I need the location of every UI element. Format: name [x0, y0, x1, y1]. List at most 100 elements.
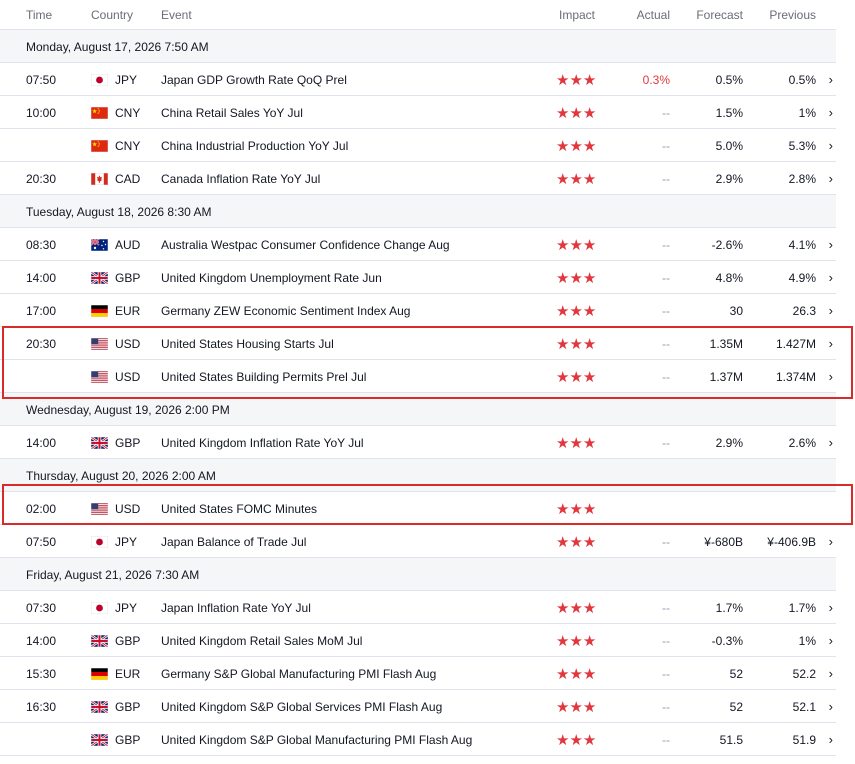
- day-header: Tuesday, August 18, 2026 8:30 AM: [0, 195, 836, 228]
- chevron-right-icon[interactable]: ›: [829, 732, 833, 747]
- event-name[interactable]: United States Housing Starts Jul: [161, 337, 334, 351]
- event-name[interactable]: Australia Westpac Consumer Confidence Ch…: [161, 238, 450, 252]
- chevron-right-icon[interactable]: ›: [829, 699, 833, 714]
- chevron-right-icon[interactable]: ›: [829, 534, 833, 549]
- impact-stars-icon: ★★★: [556, 435, 597, 452]
- event-time: 17:00: [26, 304, 57, 318]
- previous-value: 1%: [798, 106, 816, 120]
- chevron-right-icon[interactable]: ›: [829, 237, 833, 252]
- currency-code: AUD: [115, 238, 141, 252]
- chevron-right-icon[interactable]: ›: [829, 270, 833, 285]
- table-row[interactable]: USD United States Building Permits Prel J…: [0, 360, 836, 393]
- flag-gb-icon: [91, 635, 108, 647]
- economic-calendar: Time Country Event Impact Actual Forecas…: [0, 0, 855, 764]
- flag-jp-icon: [91, 536, 108, 548]
- actual-value: --: [662, 106, 670, 120]
- table-row[interactable]: 14:00 GBP United Kingdom Retail Sales MoM …: [0, 624, 836, 657]
- table-row[interactable]: 14:00 GBP United Kingdom Inflation Rate Yo…: [0, 426, 836, 459]
- header-impact[interactable]: Impact: [559, 8, 595, 22]
- impact-stars-icon: ★★★: [556, 105, 597, 122]
- flag-gb-icon: [91, 701, 108, 713]
- chevron-right-icon[interactable]: ›: [829, 666, 833, 681]
- flag-us-icon: [91, 338, 108, 350]
- impact-stars-icon: ★★★: [556, 666, 597, 683]
- forecast-value: 2.9%: [715, 172, 743, 186]
- currency-code: CNY: [115, 106, 141, 120]
- table-row[interactable]: 07:50 JPY Japan GDP Growth Rate QoQ Prel ★★…: [0, 63, 836, 96]
- event-name[interactable]: United States Building Permits Prel Jul: [161, 370, 366, 384]
- previous-value: 2.8%: [788, 172, 816, 186]
- previous-value: 52.2: [792, 667, 816, 681]
- header-country[interactable]: Country: [91, 8, 133, 22]
- previous-value: 2.6%: [788, 436, 816, 450]
- flag-gb-icon: [91, 437, 108, 449]
- chevron-right-icon[interactable]: ›: [829, 600, 833, 615]
- forecast-value: 5.0%: [715, 139, 743, 153]
- table-row[interactable]: GBP United Kingdom S&P Global Manufacturi…: [0, 723, 836, 756]
- previous-value: 51.9: [792, 733, 816, 747]
- header-forecast[interactable]: Forecast: [696, 8, 743, 22]
- forecast-value: 1.7%: [715, 601, 743, 615]
- currency-code: JPY: [115, 535, 138, 549]
- day-header: Monday, August 17, 2026 7:50 AM: [0, 30, 836, 63]
- event-time: 14:00: [26, 271, 57, 285]
- table-row[interactable]: 17:00 EUR Germany ZEW Economic Sentiment I…: [0, 294, 836, 327]
- event-time: 16:30: [26, 700, 57, 714]
- event-name[interactable]: Japan GDP Growth Rate QoQ Prel: [161, 73, 347, 87]
- event-name[interactable]: Germany ZEW Economic Sentiment Index Aug: [161, 304, 410, 318]
- event-name[interactable]: United States FOMC Minutes: [161, 502, 317, 516]
- event-name[interactable]: Germany S&P Global Manufacturing PMI Fla…: [161, 667, 436, 681]
- table-row[interactable]: CNY China Industrial Production YoY Jul ★★…: [0, 129, 836, 162]
- chevron-right-icon[interactable]: ›: [829, 633, 833, 648]
- table-row[interactable]: 08:30 AUD Australia Westpac Consumer Confi…: [0, 228, 836, 261]
- impact-stars-icon: ★★★: [556, 72, 597, 89]
- flag-de-icon: [91, 305, 108, 317]
- currency-code: EUR: [115, 304, 141, 318]
- chevron-right-icon[interactable]: ›: [829, 171, 833, 186]
- table-row[interactable]: 15:30 EUR Germany S&P Global Manufacturing…: [0, 657, 836, 690]
- previous-value: 1%: [798, 634, 816, 648]
- currency-code: JPY: [115, 73, 138, 87]
- previous-value: 1.427M: [775, 337, 816, 351]
- event-name[interactable]: China Retail Sales YoY Jul: [161, 106, 303, 120]
- forecast-value: 1.37M: [709, 370, 743, 384]
- event-name[interactable]: United Kingdom S&P Global Services PMI F…: [161, 700, 442, 714]
- chevron-right-icon[interactable]: ›: [829, 369, 833, 384]
- table-row[interactable]: 07:30 JPY Japan Inflation Rate YoY Jul ★★★ -…: [0, 591, 836, 624]
- currency-code: GBP: [115, 634, 141, 648]
- event-name[interactable]: Japan Balance of Trade Jul: [161, 535, 306, 549]
- table-row[interactable]: 02:00 USD United States FOMC Minutes ★★★: [0, 492, 836, 525]
- forecast-value: 1.35M: [709, 337, 743, 351]
- impact-stars-icon: ★★★: [556, 369, 597, 386]
- chevron-right-icon[interactable]: ›: [829, 138, 833, 153]
- event-name[interactable]: United Kingdom S&P Global Manufacturing …: [161, 733, 472, 747]
- table-row[interactable]: 20:30 USD United States Housing Starts Jul…: [0, 327, 836, 360]
- actual-value: --: [662, 139, 670, 153]
- table-row[interactable]: 20:30 CAD Canada Inflation Rate YoY Jul ★★★…: [0, 162, 836, 195]
- event-name[interactable]: Japan Inflation Rate YoY Jul: [161, 601, 311, 615]
- event-name[interactable]: United Kingdom Retail Sales MoM Jul: [161, 634, 362, 648]
- flag-cn-icon: [91, 140, 108, 152]
- header-previous[interactable]: Previous: [769, 8, 816, 22]
- table-row[interactable]: 16:30 GBP United Kingdom S&P Global Servic…: [0, 690, 836, 723]
- currency-code: GBP: [115, 271, 141, 285]
- event-name[interactable]: United Kingdom Unemployment Rate Jun: [161, 271, 382, 285]
- table-row[interactable]: 10:00 CNY China Retail Sales YoY Jul ★★★ -- 1…: [0, 96, 836, 129]
- event-name[interactable]: Canada Inflation Rate YoY Jul: [161, 172, 320, 186]
- header-actual[interactable]: Actual: [637, 8, 670, 22]
- chevron-right-icon[interactable]: ›: [829, 435, 833, 450]
- actual-value: --: [662, 733, 670, 747]
- header-event[interactable]: Event: [161, 8, 192, 22]
- event-name[interactable]: China Industrial Production YoY Jul: [161, 139, 348, 153]
- chevron-right-icon[interactable]: ›: [829, 72, 833, 87]
- table-row[interactable]: 07:50 JPY Japan Balance of Trade Jul ★★★ -- ¥…: [0, 525, 836, 558]
- chevron-right-icon[interactable]: ›: [829, 303, 833, 318]
- chevron-right-icon[interactable]: ›: [829, 336, 833, 351]
- table-row[interactable]: 14:00 GBP United Kingdom Unemployment Rate…: [0, 261, 836, 294]
- chevron-right-icon[interactable]: ›: [829, 105, 833, 120]
- forecast-value: -0.3%: [711, 634, 743, 648]
- header-time[interactable]: Time: [26, 8, 52, 22]
- actual-value: --: [662, 436, 670, 450]
- event-name[interactable]: United Kingdom Inflation Rate YoY Jul: [161, 436, 364, 450]
- event-time: 07:50: [26, 73, 57, 87]
